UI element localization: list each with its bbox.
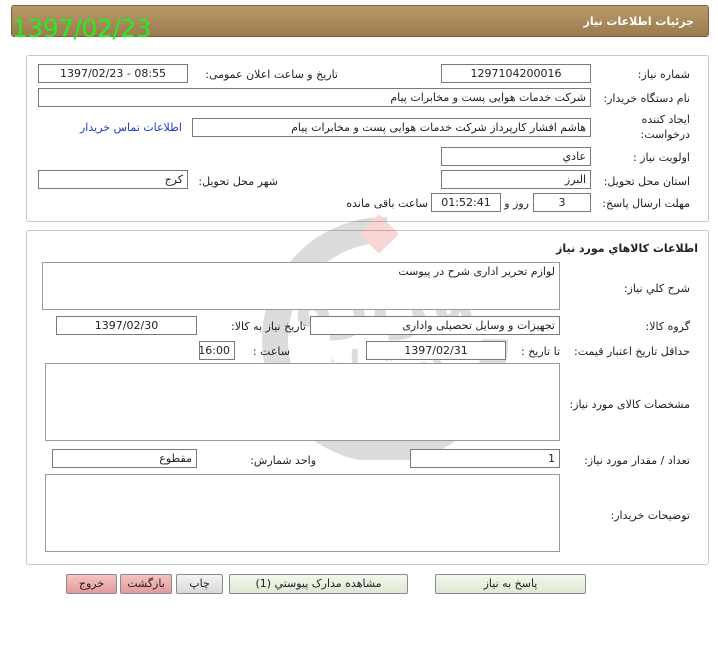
creator-field: هاشم افشار کارپرداز شرکت خدمات هوایی پست… <box>192 118 591 137</box>
province-label: استان محل تحویل: <box>603 175 690 188</box>
unit-label: واحد شمارش: <box>250 454 316 467</box>
price-time-label: ساعت : <box>252 345 290 358</box>
deadline-time-field: 01:52:41 <box>431 193 501 212</box>
unit-field: مقطوع <box>52 449 197 468</box>
need-number-label: شماره نیاز: <box>637 68 690 81</box>
city-label: شهر محل تحویل: <box>198 175 278 188</box>
quantity-label: تعداد / مقدار مورد نیاز: <box>584 454 690 467</box>
goods-specs-label: مشخصات کالای مورد نیاز: <box>569 398 690 411</box>
announce-datetime-field: 1397/02/23 - 08:55 <box>38 64 188 83</box>
city-field: کرج <box>38 170 188 189</box>
deadline-label: مهلت ارسال پاسخ: <box>602 197 690 210</box>
goods-group-field: تجهیزات و وسایل تحصیلی واداری <box>310 316 560 335</box>
goods-group-label: گروه کالا: <box>645 320 690 333</box>
quantity-field: 1 <box>410 449 560 468</box>
announce-datetime-label: تاریخ و ساعت اعلان عمومی: <box>205 68 338 81</box>
need-date-label: تاریخ نیاز به کالا: <box>231 320 306 333</box>
need-date-field: 1397/02/30 <box>56 316 197 335</box>
goods-specs-area <box>45 363 560 441</box>
date-stamp: 1397/02/23 <box>12 14 152 43</box>
province-field: البرز <box>441 170 591 189</box>
buyer-org-label: نام دستگاه خریدار: <box>603 92 690 105</box>
need-number-field: 1297104200016 <box>441 64 591 83</box>
remaining-text: ساعت باقی مانده <box>346 197 428 210</box>
days-text: روز و <box>504 197 529 210</box>
min-price-date-label: حداقل تاریخ اعتبار قیمت: <box>574 345 690 358</box>
print-button[interactable]: چاپ <box>176 574 223 594</box>
deadline-days-field: 3 <box>533 193 591 212</box>
buyer-notes-label: توضیحات خریدار: <box>610 509 691 522</box>
need-description-area: لوازم تحریر اداری شرح در پیوست <box>42 262 560 310</box>
price-time-field: 16:00 <box>199 341 235 360</box>
buyer-contact-link[interactable]: اطلاعات تماس خریدار <box>80 121 182 134</box>
exit-button[interactable]: خروج <box>66 574 117 594</box>
priority-field: عادي <box>441 147 591 166</box>
buyer-notes-area <box>45 474 560 552</box>
priority-label: اولویت نیاز : <box>632 151 690 164</box>
page-title: جزئیات اطلاعات نیاز <box>583 15 695 28</box>
creator-label-line2: درخواست: <box>640 128 690 141</box>
reply-to-need-button[interactable]: پاسخ به نیاز <box>435 574 586 594</box>
creator-label-line1: ایجاد کننده <box>641 113 690 126</box>
need-description-label: شرح كلي نياز: <box>623 282 690 295</box>
buyer-org-field: شرکت خدمات هوایی پست و مخابرات پیام <box>38 88 591 107</box>
to-date-label: تا تاریخ : <box>521 345 560 358</box>
goods-section-title: اطلاعات کالاهاي مورد نياز <box>556 242 698 255</box>
to-date-field: 1397/02/31 <box>366 341 506 360</box>
view-attachments-button[interactable]: مشاهده مدارک پیوستي (1) <box>229 574 408 594</box>
back-button[interactable]: بازگشت <box>120 574 172 594</box>
